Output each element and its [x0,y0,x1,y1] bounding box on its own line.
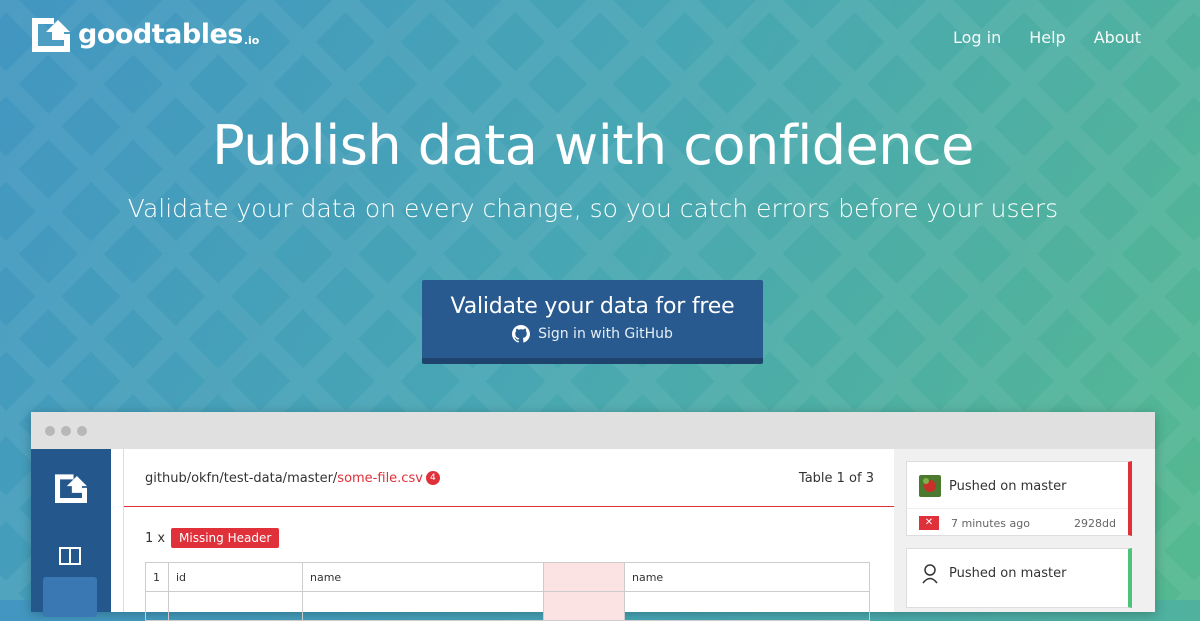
browser-titlebar [31,412,1155,449]
breadcrumb-file-link[interactable]: some-file.csv [337,471,423,486]
top-nav: Log in Help About [953,28,1141,47]
table-cell: name [302,562,544,592]
push-card-time: 7 minutes ago [951,516,1030,530]
goodtables-logo-icon [32,18,70,52]
validate-cta-button[interactable]: Validate your data for free Sign in with… [422,280,763,364]
brand-tld: .io [243,34,260,47]
push-card-title: Pushed on master [949,478,1067,494]
table-cell [168,591,303,621]
push-card-header: Pushed on master [907,549,1128,584]
push-card[interactable]: Pushed on master [906,548,1132,608]
push-card-title: Pushed on master [949,565,1067,581]
table-row: 1 id name name [145,562,870,592]
avatar [919,475,941,497]
breadcrumb-path: github/okfn/test-data/master/ [145,471,338,486]
goodtables-logo-icon [55,474,87,503]
brand-logo[interactable]: goodtables .io [30,14,259,52]
table-cell: 1 [145,562,169,592]
push-card-footer: ✕ 7 minutes ago 2928dd [907,508,1128,537]
table-cell-error [543,562,625,592]
avatar [919,562,941,584]
window-dot-icon [45,425,55,436]
data-table: 1 id name name [145,562,870,621]
nav-login-link[interactable]: Log in [953,28,1001,47]
failed-status-icon: ✕ [919,516,939,530]
error-occurrences: 1 x [145,531,166,546]
app-preview: github/okfn/test-data/master/some-file.c… [31,449,1155,621]
push-card[interactable]: Pushed on master ✕ 7 minutes ago 2928dd [906,461,1132,536]
commit-sha[interactable]: 2928dd [1074,517,1116,530]
nav-help-link[interactable]: Help [1029,28,1065,47]
push-feed: Pushed on master ✕ 7 minutes ago 2928dd … [894,449,1155,612]
cta-main-label: Validate your data for free [450,294,735,319]
table-cell-error [543,591,625,621]
error-type-tag[interactable]: Missing Header [171,528,280,548]
github-icon [512,325,531,343]
columns-icon [59,547,81,565]
breadcrumb: github/okfn/test-data/master/some-file.c… [145,471,440,486]
cta-sub-label: Sign in with GitHub [538,326,673,342]
table-cell [624,591,870,621]
table-indicator: Table 1 of 3 [798,471,874,486]
cta-sub-row: Sign in with GitHub [422,325,763,343]
report-panel: github/okfn/test-data/master/some-file.c… [123,449,894,621]
window-dot-icon [61,425,71,436]
table-cell [302,591,544,621]
table-cell: id [168,562,303,592]
table-cell [145,591,169,621]
divider [124,506,894,507]
error-count-badge: 4 [425,471,440,485]
window-dot-icon [77,425,87,436]
app-sidebar [31,449,111,617]
hero-title: Publish data with confidence [212,114,974,177]
browser-mockup: github/okfn/test-data/master/some-file.c… [31,412,1155,621]
hero-subtitle: Validate your data on every change, so y… [127,194,1059,223]
sidebar-active-item[interactable] [43,577,97,617]
push-card-header: Pushed on master [907,462,1128,497]
brand-name: goodtables [78,19,243,50]
nav-about-link[interactable]: About [1094,28,1141,47]
table-row [145,591,870,621]
table-cell: name [624,562,870,592]
